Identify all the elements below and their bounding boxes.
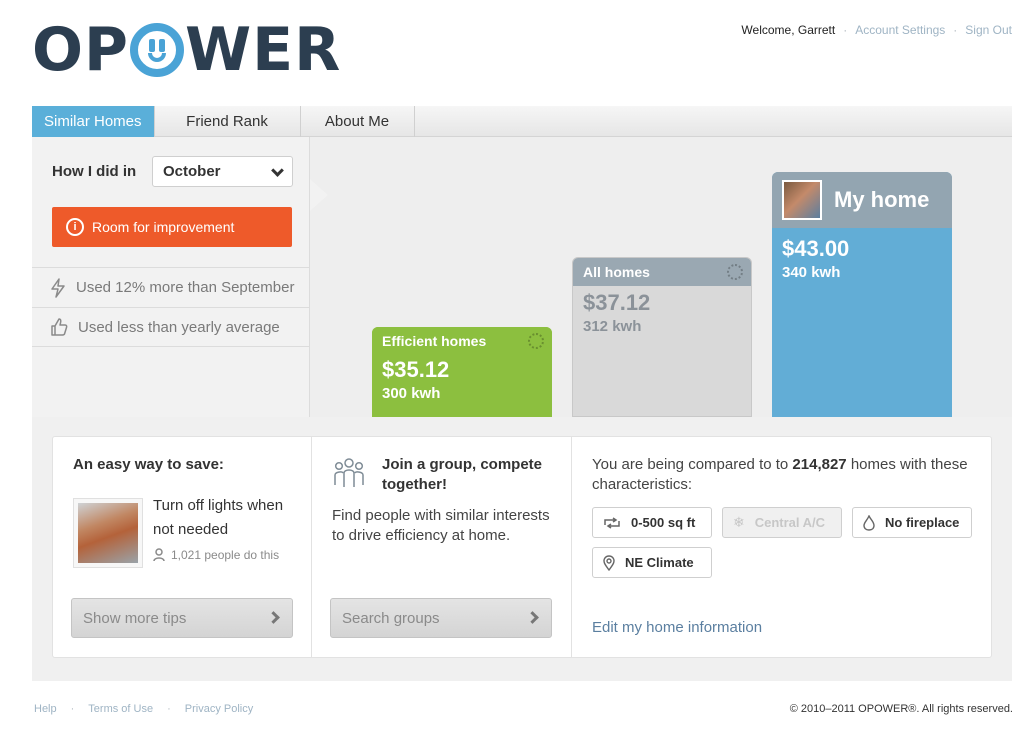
bar-header: My home [772,172,952,228]
flame-icon [863,514,875,531]
chip-fireplace[interactable]: No fireplace [852,507,972,538]
bar-label: My home [834,187,930,212]
bar-header: All homes [573,258,751,286]
seal-icon [727,264,743,280]
edit-home-info-link[interactable]: Edit my home information [592,619,762,636]
bar-kwh: 300 kwh [382,385,441,402]
summary-column: How I did in October i Room for improvem… [32,137,310,417]
month-select[interactable]: October [152,156,293,187]
chevron-right-icon [267,611,280,624]
tab-about-me[interactable]: About Me [301,106,415,137]
tip-text[interactable]: Turn off lights when not needed [153,494,303,542]
chip-label: NE Climate [625,555,694,570]
opower-logo[interactable]: OP WER [32,15,342,85]
stat-item-monthly: Used 12% more than September [32,267,310,307]
comparison-prefix: You are being compared to to [592,456,793,473]
footer-links: Help · Terms of Use · Privacy Policy [34,703,253,715]
month-select-value: October [163,163,221,180]
bar-my-home[interactable]: My home $43.00 340 kwh [772,172,952,417]
hand-on-switch-photo [78,503,138,563]
main-tabs: Similar Homes Friend Rank About Me [32,106,1012,137]
chip-central-ac[interactable]: ❄ Central A/C [722,507,842,538]
plug-face-icon [129,23,184,77]
summary-pointer [310,179,328,211]
tips-title: An easy way to save: [73,456,224,473]
copyright-text: © 2010–2011 OPOWER®. All rights reserved… [789,703,1013,715]
groups-description: Find people with similar interests to dr… [332,507,550,544]
repeat-icon [604,516,620,529]
privacy-policy-link[interactable]: Privacy Policy [185,703,253,715]
bar-amount: $35.12 [382,357,450,382]
characteristics-card: You are being compared to to 214,827 hom… [572,437,991,657]
bar-kwh: 340 kwh [782,264,841,281]
logo-text-left: OP [32,15,129,85]
bar-amount: $43.00 [782,236,850,261]
chip-home-size[interactable]: 0-500 sq ft [592,507,712,538]
button-label: Search groups [342,609,440,627]
comparison-panel: How I did in October i Room for improvem… [32,137,1012,417]
info-icon: i [66,218,84,236]
bar-kwh: 312 kwh [583,318,642,335]
person-icon [153,548,165,562]
stat-text: Used 12% more than September [76,279,295,296]
snowflake-icon: ❄ [733,514,745,530]
user-nav: Welcome, Garrett · Account Settings · Si… [741,23,1012,37]
tips-card: An easy way to save: Turn off lights whe… [53,437,312,657]
how-i-did-label: How I did in [52,163,137,180]
bar-amount: $37.12 [583,290,651,315]
separator: · [167,703,171,715]
logo-text-right: WER [184,15,342,85]
tip-image[interactable] [73,498,143,568]
status-text: Room for improvement [92,219,235,235]
group-people-icon [334,458,364,487]
terms-of-use-link[interactable]: Terms of Use [88,703,153,715]
lightning-icon [51,277,65,298]
account-settings-link[interactable]: Account Settings [855,23,945,37]
chevron-right-icon [526,611,539,624]
status-badge[interactable]: i Room for improvement [52,207,292,247]
bar-label: Efficient homes [382,333,487,349]
chip-label: 0-500 sq ft [631,515,696,530]
bar-efficient-homes[interactable]: Efficient homes $35.12 300 kwh [372,327,552,417]
homes-count: 214,827 [792,456,847,473]
tab-friend-rank[interactable]: Friend Rank [155,106,301,137]
avatar [782,180,822,220]
separator: · [70,703,75,715]
button-label: Show more tips [83,609,187,627]
chip-climate[interactable]: NE Climate [592,547,712,578]
chip-label: No fireplace [885,515,960,530]
seal-icon [528,333,544,349]
show-more-tips-button[interactable]: Show more tips [71,598,293,638]
welcome-text: Welcome, Garrett [741,23,836,37]
bar-all-homes[interactable]: All homes $37.12 312 kwh [572,257,752,417]
people-count-text: 1,021 people do this [171,548,280,562]
stat-text: Used less than yearly average [78,318,280,336]
sign-out-link[interactable]: Sign Out [965,23,1012,37]
info-cards: An easy way to save: Turn off lights whe… [52,436,992,658]
tab-similar-homes[interactable]: Similar Homes [32,106,155,137]
tip-people-count: 1,021 people do this [153,548,279,562]
comparison-description: You are being compared to to 214,827 hom… [592,455,972,495]
location-pin-icon [603,554,615,571]
separator: · [953,23,958,37]
search-groups-button[interactable]: Search groups [330,598,552,638]
bar-label: All homes [583,264,650,280]
groups-title: Join a group, compete together! [382,456,543,493]
bar-header: Efficient homes [372,327,552,353]
chip-label: Central A/C [754,515,826,530]
help-link[interactable]: Help [34,703,57,715]
thumbs-up-icon [51,318,68,336]
separator: · [843,23,848,37]
chevron-down-icon [271,164,284,177]
groups-card: Join a group, compete together! Find peo… [312,437,572,657]
stat-item-yearly: Used less than yearly average [32,307,310,347]
